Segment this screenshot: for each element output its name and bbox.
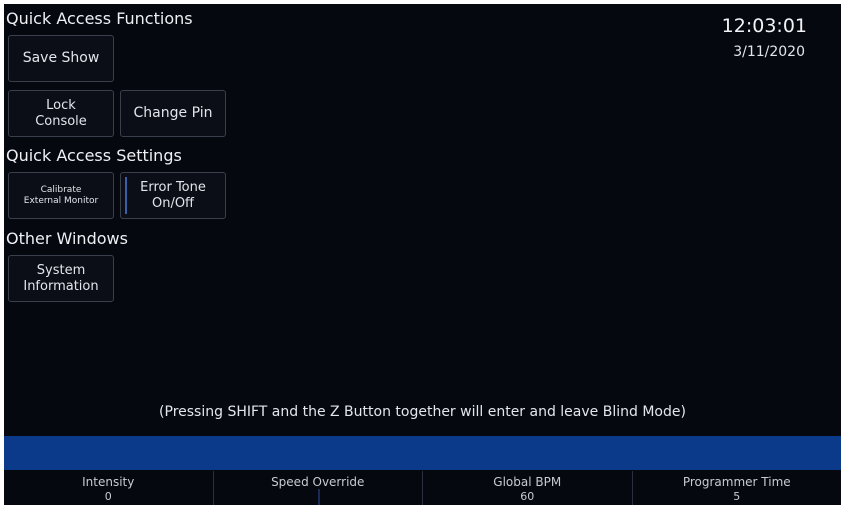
status-intensity-value: 0	[104, 490, 112, 503]
lock-console-button[interactable]: Lock Console	[8, 90, 114, 137]
status-speed-override-label: Speed Override	[271, 475, 365, 489]
calibrate-external-monitor-button[interactable]: Calibrate External Monitor	[8, 172, 114, 219]
status-global-bpm-label: Global BPM	[493, 475, 562, 489]
error-tone-toggle-button[interactable]: Error Tone On/Off	[120, 172, 226, 219]
status-intensity[interactable]: Intensity 0	[4, 471, 214, 505]
status-programmer-time[interactable]: Programmer Time 5	[633, 471, 842, 505]
change-pin-label: Change Pin	[133, 105, 213, 122]
calibrate-label-line2: External Monitor	[23, 195, 99, 206]
save-show-button[interactable]: Save Show	[8, 35, 114, 82]
console-screen: Quick Access Functions Save Show Lock Co…	[4, 4, 841, 505]
clock-date: 3/11/2020	[733, 44, 805, 60]
status-programmer-time-value: 5	[733, 490, 741, 503]
clock-time: 12:03:01	[721, 15, 807, 37]
status-global-bpm-value: 60	[520, 490, 535, 503]
system-information-label-line2: Information	[23, 278, 99, 294]
error-tone-label-line1: Error Tone	[140, 179, 206, 195]
error-tone-label-line2: On/Off	[151, 195, 195, 211]
system-information-button[interactable]: System Information	[8, 255, 114, 302]
system-information-label-line1: System	[36, 262, 86, 278]
status-speed-override[interactable]: Speed Override	[214, 471, 423, 505]
lock-console-label-line1: Lock	[46, 97, 76, 113]
calibrate-label-line1: Calibrate	[40, 184, 82, 195]
other-windows-title: Other Windows	[6, 229, 128, 248]
blind-mode-hint: (Pressing SHIFT and the Z Button togethe…	[159, 404, 686, 420]
status-intensity-label: Intensity	[82, 475, 135, 489]
status-global-bpm[interactable]: Global BPM 60	[423, 471, 633, 505]
status-programmer-time-label: Programmer Time	[682, 475, 791, 489]
quick-access-functions-title: Quick Access Functions	[6, 9, 193, 28]
lock-console-label-line2: Console	[35, 113, 87, 129]
save-show-label: Save Show	[22, 50, 100, 67]
quick-access-settings-title: Quick Access Settings	[6, 146, 182, 165]
change-pin-button[interactable]: Change Pin	[120, 90, 226, 137]
status-bar: Intensity 0 Speed Override Global BPM 60…	[4, 471, 841, 505]
speed-override-indicator	[317, 489, 320, 505]
command-line-bar[interactable]	[4, 436, 841, 470]
